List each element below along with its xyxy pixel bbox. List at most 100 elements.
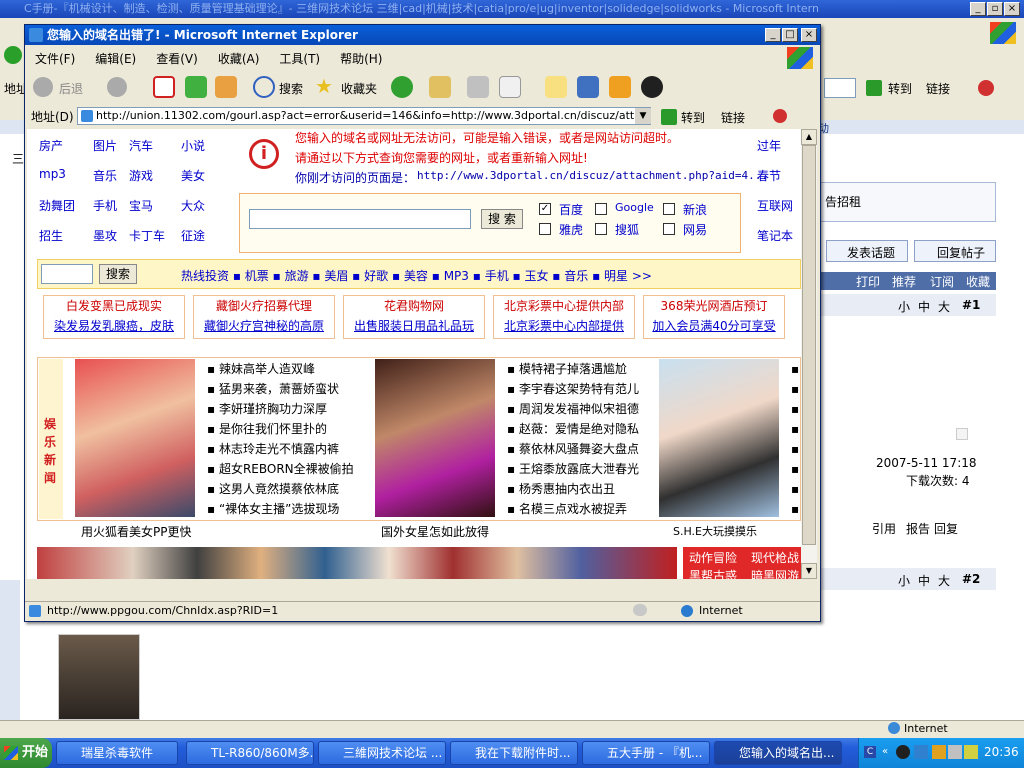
forward-icon[interactable] <box>107 77 127 97</box>
taskbar-button-router[interactable]: TL-R860/860M多... <box>186 741 314 765</box>
post-number[interactable]: #2 <box>962 572 980 586</box>
scroll-thumb[interactable] <box>802 145 816 545</box>
font-large-button[interactable]: 大 <box>938 572 950 589</box>
home-icon[interactable] <box>215 76 237 98</box>
bg-back-icon[interactable] <box>4 46 22 64</box>
nav-link[interactable]: 互联网 <box>757 197 793 214</box>
bg-minimize-button[interactable]: _ <box>970 2 986 16</box>
menu-file[interactable]: 文件(F) <box>35 52 75 66</box>
engine-checkbox[interactable] <box>539 223 551 235</box>
nav-link[interactable]: 宝马 <box>129 197 153 214</box>
toolbar-addon-icon[interactable] <box>773 109 787 123</box>
nav-link[interactable]: 笔记本 <box>757 227 793 244</box>
network-tray-icon[interactable] <box>914 745 928 759</box>
engine-checkbox[interactable] <box>595 203 607 215</box>
bg-close-button[interactable]: × <box>1004 2 1020 16</box>
post-action-reply[interactable]: 回复 <box>934 520 958 537</box>
font-medium-button[interactable]: 中 <box>918 572 930 589</box>
tray-expand-icon[interactable]: « <box>882 746 892 758</box>
nav-link[interactable]: 招生 <box>39 227 63 244</box>
nav-link[interactable]: 墨攻 <box>93 227 117 244</box>
nav-link[interactable]: 大众 <box>181 197 205 214</box>
news-item[interactable]: ▪ 这男人竟然摸蔡依林底 <box>207 479 354 499</box>
news-item[interactable]: ▪ 猛男来袭，萧蔷娇蛮状 <box>207 379 354 399</box>
photo-caption[interactable]: 用火狐看美女PP更快 <box>81 523 191 540</box>
bg-go-icon[interactable] <box>866 80 882 96</box>
font-small-button[interactable]: 小 <box>898 572 910 589</box>
history-icon[interactable] <box>391 76 413 98</box>
promo-box[interactable]: 花君购物网 出售服装日用品礼品玩 <box>343 295 485 339</box>
minimize-button[interactable]: _ <box>765 28 781 42</box>
hotlink[interactable]: 机票 <box>245 269 269 283</box>
small-search-button[interactable]: 搜索 <box>99 264 137 284</box>
menu-edit[interactable]: 编辑(E) <box>95 52 136 66</box>
nav-link[interactable]: mp3 <box>39 167 66 181</box>
bg-toolbar-icon[interactable] <box>978 80 994 96</box>
hotlink[interactable]: 美眉 <box>324 269 348 283</box>
favorites-label[interactable]: 收藏夹 <box>341 80 377 97</box>
promo-box[interactable]: 白发变黑已成现实 染发易发乳腺癌，皮肤 <box>43 295 185 339</box>
game-link[interactable]: 动作冒险 <box>689 549 737 566</box>
font-large-button[interactable]: 大 <box>938 298 950 315</box>
promo-box[interactable]: 北京彩票中心提供内部 北京彩票中心内部提供 <box>493 295 635 339</box>
stop-icon[interactable] <box>153 76 175 98</box>
back-label[interactable]: 后退 <box>59 80 83 97</box>
nav-link[interactable]: 美女 <box>181 167 205 184</box>
user-avatar[interactable] <box>58 634 140 720</box>
hotlink[interactable]: 旅游 <box>285 269 309 283</box>
news-item[interactable]: ▪ 周润发发福神似宋祖德 <box>507 399 639 419</box>
post-action-report[interactable]: 报告 <box>906 520 930 537</box>
font-small-button[interactable]: 小 <box>898 298 910 315</box>
news-item[interactable]: ▪ 赵薇：爱情是绝对隐私 <box>507 419 639 439</box>
news-item[interactable]: ▪ 李妍瑾挤胸功力深厚 <box>207 399 354 419</box>
links-button[interactable]: 链接 <box>721 109 745 126</box>
forum-action-subscribe[interactable]: 订阅 <box>930 273 954 290</box>
news-item[interactable]: ▪ 王熔黍放露底大泄春光 <box>507 459 639 479</box>
taskbar-button-download[interactable]: 我在下载附件时... <box>450 741 578 765</box>
qq-tray-icon[interactable] <box>896 745 910 759</box>
hotlink[interactable]: MP3 <box>444 269 469 283</box>
media-icon[interactable] <box>609 76 631 98</box>
bg-address-dropdown[interactable] <box>824 78 856 98</box>
news-item[interactable]: ▪ 杨秀惠抽内衣出丑 <box>507 479 639 499</box>
nav-link[interactable]: 劲舞团 <box>39 197 75 214</box>
refresh-icon[interactable] <box>185 76 207 98</box>
edit-icon[interactable] <box>499 76 521 98</box>
scroll-down-arrow-icon[interactable]: ▼ <box>801 563 817 579</box>
game-link[interactable]: 现代枪战 <box>751 549 799 566</box>
bg-restore-button[interactable]: ▫ <box>987 2 1003 16</box>
thumbnail-strip[interactable] <box>37 547 677 579</box>
search-button[interactable]: 搜 索 <box>481 209 523 229</box>
visited-url-link[interactable]: http://www.3dportal.cn/discuz/attachment… <box>417 169 768 182</box>
hotlinks-more[interactable]: >> <box>632 269 652 283</box>
game-link[interactable]: 暗黑网游 <box>751 567 799 579</box>
nav-link[interactable]: 游戏 <box>129 167 153 184</box>
engine-checkbox[interactable] <box>663 203 675 215</box>
promo-box[interactable]: 藏御火疗招募代理 藏御火疗宫神秘的高原 <box>193 295 335 339</box>
discuss-icon[interactable] <box>545 76 567 98</box>
news-item[interactable]: ▪ 是你往我们怀里扑的 <box>207 419 354 439</box>
print-icon[interactable] <box>467 76 489 98</box>
photo-caption[interactable]: S.H.E大玩摸摸乐 <box>673 523 757 539</box>
engine-checkbox-baidu[interactable]: ✓ <box>539 203 551 215</box>
post-number[interactable]: #1 <box>962 298 980 312</box>
mail-icon[interactable] <box>429 76 451 98</box>
hotlink[interactable]: 明星 <box>604 269 628 283</box>
nav-link[interactable]: 房产 <box>39 137 63 154</box>
engine-checkbox[interactable] <box>595 223 607 235</box>
nav-link[interactable]: 征途 <box>181 227 205 244</box>
bg-links-button[interactable]: 链接 <box>926 80 950 97</box>
maximize-button[interactable]: □ <box>782 28 798 42</box>
bg-go-button[interactable]: 转到 <box>888 80 912 97</box>
taskbar-button-forum[interactable]: 三維网技术论坛 ... <box>318 741 446 765</box>
hotlink[interactable]: 好歌 <box>364 269 388 283</box>
hotlink[interactable]: 玉女 <box>524 269 548 283</box>
nav-link[interactable]: 图片 <box>93 137 117 154</box>
tray-app-icon[interactable] <box>964 745 978 759</box>
news-item[interactable]: ▪ 李宇春这架势特有范儿 <box>507 379 639 399</box>
hotlink[interactable]: 音乐 <box>564 269 588 283</box>
ent-photo-1[interactable] <box>75 359 195 517</box>
address-dropdown-icon[interactable]: ▼ <box>635 108 651 124</box>
back-icon[interactable] <box>33 77 53 97</box>
input-method-icon[interactable]: C <box>864 746 876 758</box>
